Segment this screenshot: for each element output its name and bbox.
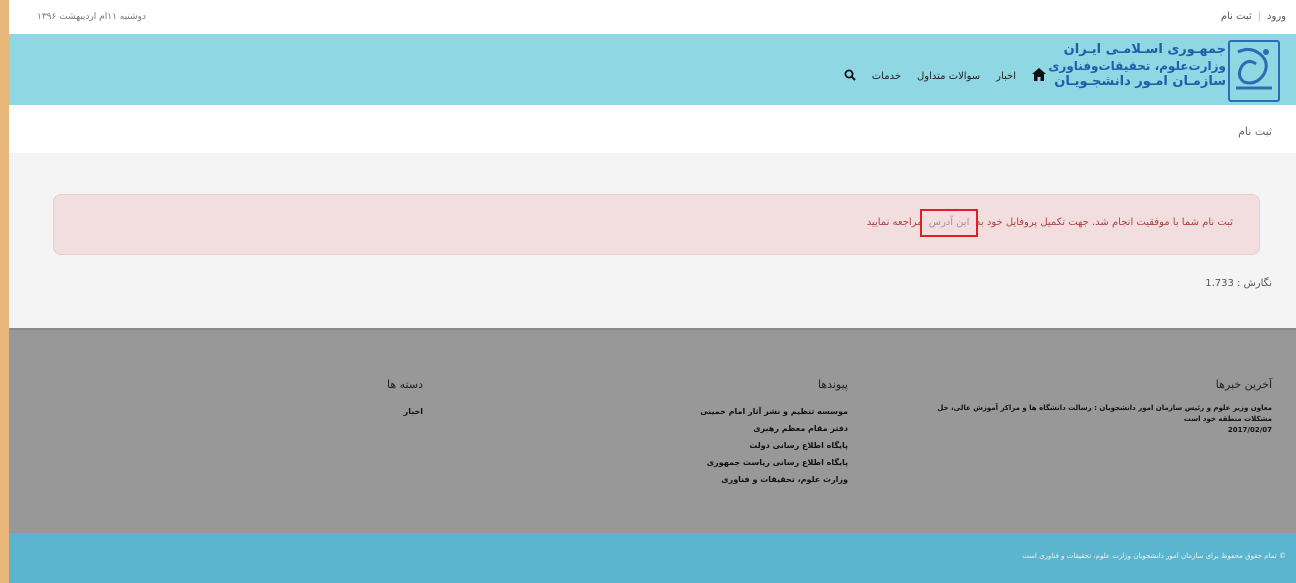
copyright-text: © تمام حقوق محفوظ برای سازمان امور دانشج…: [1022, 552, 1286, 560]
logo-line-2: وزارت‌علوم، تحقیقات‌وفناوری: [1048, 59, 1226, 73]
categories-title: دسته ها: [387, 378, 423, 391]
footer-link-imam[interactable]: موسسه تنظیم و نشر آثار امام خمینی: [588, 403, 848, 420]
nav-item-news[interactable]: اخبار: [996, 71, 1016, 82]
footer-link-leader[interactable]: دفتر مقام معظم رهبری: [588, 420, 848, 437]
alert-message: ثبت نام شما با موفقیت انجام شد. جهت تکمی…: [867, 217, 1233, 228]
alert-text-before: ثبت نام شما با موفقیت انجام شد. جهت تکمی…: [975, 217, 1233, 228]
register-link[interactable]: ثبت نام: [1221, 11, 1252, 22]
page-title-bar: ثبت نام: [9, 105, 1296, 153]
footer-link-ministry[interactable]: وزارت علوم، تحقیقات و فناوری: [588, 471, 848, 488]
footer-link-government[interactable]: پایگاه اطلاع رسانی دولت: [588, 437, 848, 454]
site-footer: آخرین خبرها معاون وزیر علوم و رئیس سازما…: [9, 328, 1296, 535]
search-icon[interactable]: [844, 69, 856, 84]
logo-text[interactable]: جمهـوری اسـلامـی ایـران وزارت‌علوم، تحقی…: [1048, 42, 1226, 90]
login-link[interactable]: ورود: [1267, 11, 1286, 22]
alert-text-after: مراجعه نمایید: [866, 217, 923, 228]
main-content: ثبت نام شما با موفقیت انجام شد. جهت تکمی…: [9, 153, 1296, 328]
version-label: نگارش : 1.733: [1205, 278, 1272, 289]
auth-links: ورود | ثبت نام: [1221, 11, 1286, 22]
home-icon[interactable]: [1032, 68, 1046, 84]
copyright-bar: © تمام حقوق محفوظ برای سازمان امور دانشج…: [9, 533, 1296, 583]
site-header: جمهـوری اسـلامـی ایـران وزارت‌علوم، تحقی…: [9, 34, 1296, 105]
page-frame: ورود | ثبت نام دوشنبه ۱۱ام اردیبهشت ۱۳۹۶…: [9, 0, 1296, 583]
logo-line-1: جمهـوری اسـلامـی ایـران: [1063, 42, 1226, 57]
news-item-text[interactable]: معاون وزیر علوم و رئیس سازمان امور دانشج…: [912, 403, 1272, 425]
footer-news: آخرین خبرها معاون وزیر علوم و رئیس سازما…: [912, 378, 1272, 436]
top-utility-bar: ورود | ثبت نام دوشنبه ۱۱ام اردیبهشت ۱۳۹۶: [9, 0, 1296, 34]
page-title: ثبت نام: [1238, 125, 1272, 138]
nav-item-faq[interactable]: سوالات متداول: [917, 71, 980, 82]
success-alert: ثبت نام شما با موفقیت انجام شد. جهت تکمی…: [53, 194, 1260, 255]
news-item-date: 2017/02/07: [1227, 426, 1272, 434]
separator: |: [1257, 11, 1262, 22]
current-date: دوشنبه ۱۱ام اردیبهشت ۱۳۹۶: [37, 12, 146, 22]
footer-categories: دسته ها اخبار: [223, 378, 423, 420]
logo-line-3: سازمـان امـور دانشجـویـان: [1054, 74, 1226, 89]
university-emblem-icon[interactable]: [1228, 40, 1280, 102]
links-title: پیوندها: [817, 378, 848, 391]
left-accent-bar: [0, 0, 9, 583]
nav-item-services[interactable]: خدمات: [872, 71, 901, 82]
profile-link[interactable]: این آدرس: [926, 217, 973, 228]
category-news[interactable]: اخبار: [223, 403, 423, 420]
footer-links: پیوندها موسسه تنظیم و نشر آثار امام خمین…: [588, 378, 848, 488]
footer-link-presidency[interactable]: پایگاه اطلاع رسانی ریاست جمهوری: [588, 454, 848, 471]
main-nav: اخبار سوالات متداول خدمات: [844, 68, 1046, 84]
news-title: آخرین خبرها: [1215, 378, 1272, 391]
